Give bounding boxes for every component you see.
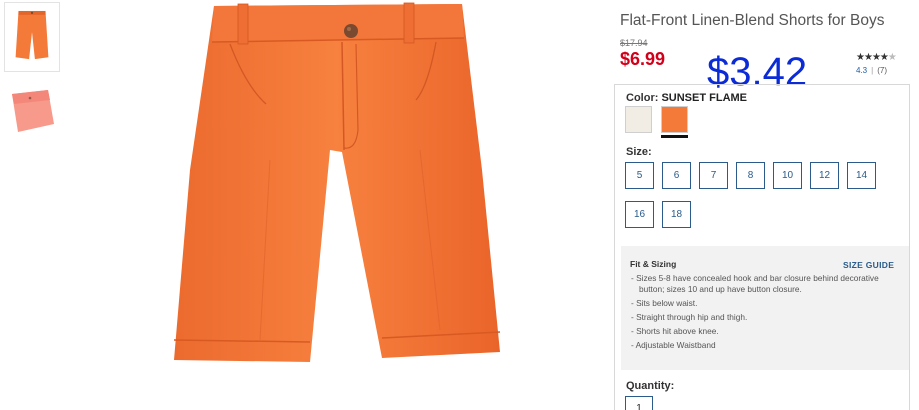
size-option-5[interactable]: 5 bbox=[625, 162, 654, 189]
fit-item: Sizes 5-8 have concealed hook and bar cl… bbox=[631, 273, 893, 294]
original-price: $17.94 bbox=[620, 38, 648, 48]
fit-sizing-title: Fit & Sizing bbox=[630, 259, 677, 269]
sale-price: $6.99 bbox=[620, 49, 666, 69]
shorts-front-thumbnail-image bbox=[15, 10, 49, 60]
color-label-text: Color: bbox=[626, 92, 659, 104]
size-option-16[interactable]: 16 bbox=[625, 201, 654, 228]
star-icon: ★ bbox=[863, 52, 873, 63]
size-option-10[interactable]: 10 bbox=[773, 162, 802, 189]
thumbnail-folded[interactable] bbox=[4, 80, 60, 150]
size-guide-link[interactable]: SIZE GUIDE bbox=[843, 260, 894, 270]
thumbnail-front[interactable] bbox=[4, 2, 60, 72]
rating-value[interactable]: 4.3 bbox=[856, 66, 867, 75]
swatch-cream[interactable] bbox=[625, 106, 652, 133]
size-option-7[interactable]: 7 bbox=[699, 162, 728, 189]
rating-separator: | bbox=[871, 66, 874, 75]
star-half-icon: ★ bbox=[887, 52, 897, 63]
star-icon: ★ bbox=[856, 52, 865, 63]
selected-color-name: SUNSET FLAME bbox=[661, 92, 748, 104]
star-icon: ★ bbox=[879, 52, 889, 63]
swatch-sunset-flame[interactable] bbox=[661, 106, 688, 133]
fit-item: Shorts hit above knee. bbox=[631, 326, 893, 337]
size-option-12[interactable]: 12 bbox=[810, 162, 839, 189]
review-count[interactable]: (7) bbox=[877, 66, 887, 75]
rating-stars: ★ ★ ★ ★ ★ bbox=[856, 52, 897, 63]
product-main-image bbox=[160, 0, 520, 410]
fit-item: Adjustable Waistband bbox=[631, 340, 893, 351]
product-rating[interactable]: ★ ★ ★ ★ ★ 4.3 | (7) bbox=[856, 52, 897, 75]
fit-sizing-list: Sizes 5-8 have concealed hook and bar cl… bbox=[631, 273, 893, 354]
shorts-folded-thumbnail-image bbox=[12, 90, 54, 132]
star-icon: ★ bbox=[871, 52, 881, 63]
selected-swatch-indicator bbox=[661, 135, 688, 138]
fit-item: Sits below waist. bbox=[631, 298, 893, 309]
fit-item: Straight through hip and thigh. bbox=[631, 312, 893, 323]
quantity-select[interactable]: 1 bbox=[625, 396, 653, 410]
size-option-6[interactable]: 6 bbox=[662, 162, 691, 189]
color-label: Color: SUNSET FLAME bbox=[626, 92, 747, 104]
size-option-18[interactable]: 18 bbox=[662, 201, 691, 228]
quantity-label: Quantity: bbox=[626, 380, 675, 392]
size-label: Size: bbox=[626, 146, 652, 158]
product-title: Flat-Front Linen-Blend Shorts for Boys bbox=[620, 12, 885, 29]
size-option-14[interactable]: 14 bbox=[847, 162, 876, 189]
size-option-8[interactable]: 8 bbox=[736, 162, 765, 189]
